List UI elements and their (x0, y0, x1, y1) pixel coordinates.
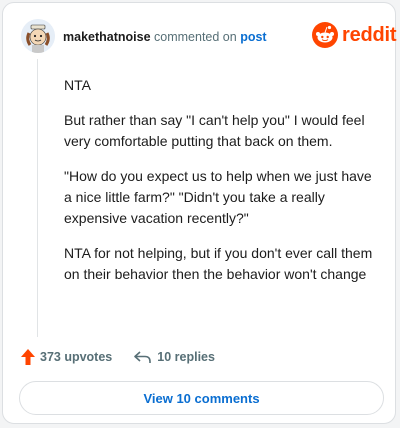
comment-paragraph: NTA for not helping, but if you don't ev… (64, 245, 373, 282)
avatar-icon (21, 19, 55, 53)
header-action-text: commented on (154, 30, 237, 44)
view-comments-button[interactable]: View 10 comments (19, 381, 384, 415)
comment-paragraph: But rather than say "I can't help you" I… (64, 112, 365, 149)
reply-arrow-icon (134, 350, 152, 363)
reddit-icon (312, 22, 338, 48)
username[interactable]: makethatnoise (63, 30, 151, 44)
reddit-logo[interactable]: reddit (312, 21, 397, 49)
user-avatar[interactable] (21, 19, 55, 53)
replies-button[interactable]: 10 replies (134, 350, 215, 364)
view-comments-label: View 10 comments (143, 390, 260, 406)
comment-actions: 373 upvotes 10 replies (21, 348, 215, 366)
post-link[interactable]: post (240, 30, 266, 44)
thread-line (37, 59, 38, 337)
comment-card: makethatnoise commented on post reddit N… (2, 2, 397, 424)
upvote-count: 373 upvotes (40, 350, 113, 364)
upvote-button[interactable]: 373 upvotes (21, 349, 112, 365)
logo-wordmark: reddit (342, 23, 397, 46)
reply-count: 10 replies (157, 350, 215, 364)
upvote-arrow-icon (21, 349, 35, 365)
comment-paragraph: "How do you expect us to help when we ju… (64, 168, 372, 226)
comment-body: NTA But rather than say "I can't help yo… (64, 75, 382, 299)
comment-paragraph: NTA (64, 77, 91, 93)
comment-header: makethatnoise commented on post (63, 30, 267, 44)
